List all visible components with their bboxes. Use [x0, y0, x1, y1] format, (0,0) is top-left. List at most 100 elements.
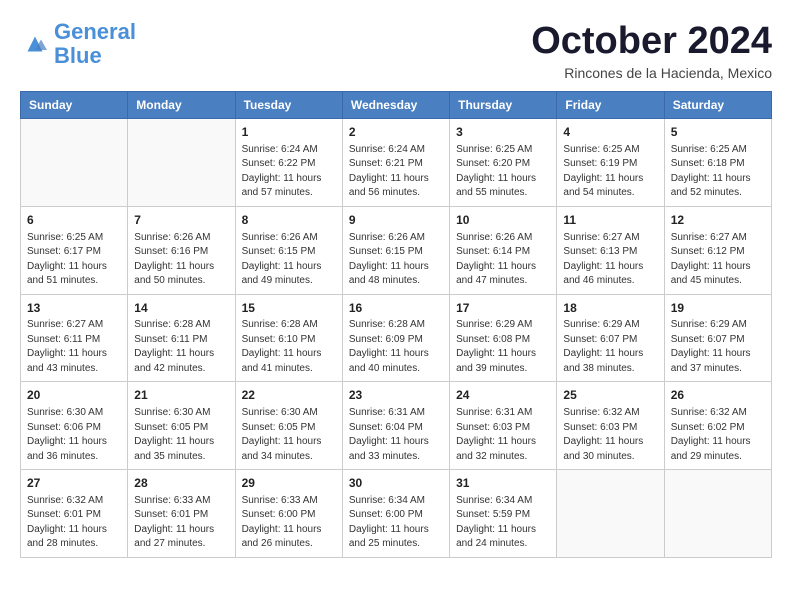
day-info: Sunrise: 6:28 AM Sunset: 6:11 PM Dayligh… [134, 318, 228, 376]
day-number: 24 [456, 387, 550, 404]
calendar-cell: 29 Sunrise: 6:33 AM Sunset: 6:00 PM Dayli… [235, 470, 342, 558]
calendar-cell: 6 Sunrise: 6:25 AM Sunset: 6:17 PM Daylig… [21, 206, 128, 294]
day-header-thursday: Thursday [450, 92, 557, 119]
calendar-cell: 14Sunrise: 6:28 AM Sunset: 6:11 PM Dayli… [128, 294, 235, 382]
logo: General Blue [20, 20, 136, 68]
calendar-table: SundayMondayTuesdayWednesdayThursdayFrid… [20, 91, 772, 558]
day-number: 18 [563, 300, 657, 317]
day-number: 14 [134, 300, 228, 317]
day-info: Sunrise: 6:30 AM Sunset: 6:05 PM Dayligh… [242, 406, 336, 464]
day-number: 16 [349, 300, 443, 317]
day-info: Sunrise: 6:25 AM Sunset: 6:20 PM Dayligh… [456, 143, 550, 201]
day-number: 15 [242, 300, 336, 317]
day-info: Sunrise: 6:27 AM Sunset: 6:11 PM Dayligh… [27, 318, 121, 376]
calendar-cell: 21Sunrise: 6:30 AM Sunset: 6:05 PM Dayli… [128, 382, 235, 470]
calendar-cell: 15Sunrise: 6:28 AM Sunset: 6:10 PM Dayli… [235, 294, 342, 382]
calendar-cell: 31 Sunrise: 6:34 AM Sunset: 5:59 PM Dayli… [450, 470, 557, 558]
day-info: Sunrise: 6:30 AM Sunset: 6:06 PM Dayligh… [27, 406, 121, 464]
day-info: Sunrise: 6:34 AM Sunset: 6:00 PM Dayligh… [349, 494, 443, 552]
day-header-monday: Monday [128, 92, 235, 119]
day-info: Sunrise: 6:34 AM Sunset: 5:59 PM Dayligh… [456, 494, 550, 552]
day-info: Sunrise: 6:25 AM Sunset: 6:17 PM Dayligh… [27, 231, 121, 289]
day-info: Sunrise: 6:29 AM Sunset: 6:07 PM Dayligh… [563, 318, 657, 376]
calendar-cell: 18Sunrise: 6:29 AM Sunset: 6:07 PM Dayli… [557, 294, 664, 382]
day-number: 3 [456, 124, 550, 141]
day-info: Sunrise: 6:30 AM Sunset: 6:05 PM Dayligh… [134, 406, 228, 464]
month-title: October 2024 [531, 20, 772, 63]
calendar-cell: 8Sunrise: 6:26 AM Sunset: 6:15 PM Daylig… [235, 206, 342, 294]
day-info: Sunrise: 6:27 AM Sunset: 6:12 PM Dayligh… [671, 231, 765, 289]
calendar-cell: 2Sunrise: 6:24 AM Sunset: 6:21 PM Daylig… [342, 119, 449, 207]
calendar-cell: 11 Sunrise: 6:27 AM Sunset: 6:13 PM Dayli… [557, 206, 664, 294]
calendar-cell: 4 Sunrise: 6:25 AM Sunset: 6:19 PM Daylig… [557, 119, 664, 207]
calendar-cell [21, 119, 128, 207]
calendar-cell [664, 470, 771, 558]
calendar-week-3: 13Sunrise: 6:27 AM Sunset: 6:11 PM Dayli… [21, 294, 772, 382]
day-header-tuesday: Tuesday [235, 92, 342, 119]
calendar-cell: 28Sunrise: 6:33 AM Sunset: 6:01 PM Dayli… [128, 470, 235, 558]
day-number: 31 [456, 475, 550, 492]
calendar-cell: 20 Sunrise: 6:30 AM Sunset: 6:06 PM Dayli… [21, 382, 128, 470]
day-info: Sunrise: 6:24 AM Sunset: 6:22 PM Dayligh… [242, 143, 336, 201]
day-info: Sunrise: 6:27 AM Sunset: 6:13 PM Dayligh… [563, 231, 657, 289]
day-number: 2 [349, 124, 443, 141]
calendar-cell: 3 Sunrise: 6:25 AM Sunset: 6:20 PM Daylig… [450, 119, 557, 207]
day-number: 20 [27, 387, 121, 404]
day-number: 28 [134, 475, 228, 492]
day-info: Sunrise: 6:26 AM Sunset: 6:15 PM Dayligh… [349, 231, 443, 289]
calendar-cell: 1 Sunrise: 6:24 AM Sunset: 6:22 PM Daylig… [235, 119, 342, 207]
calendar-week-2: 6 Sunrise: 6:25 AM Sunset: 6:17 PM Daylig… [21, 206, 772, 294]
calendar-cell: 27Sunrise: 6:32 AM Sunset: 6:01 PM Dayli… [21, 470, 128, 558]
calendar-cell: 19Sunrise: 6:29 AM Sunset: 6:07 PM Dayli… [664, 294, 771, 382]
day-info: Sunrise: 6:32 AM Sunset: 6:03 PM Dayligh… [563, 406, 657, 464]
calendar-cell: 9 Sunrise: 6:26 AM Sunset: 6:15 PM Daylig… [342, 206, 449, 294]
day-info: Sunrise: 6:26 AM Sunset: 6:14 PM Dayligh… [456, 231, 550, 289]
day-number: 8 [242, 212, 336, 229]
day-header-wednesday: Wednesday [342, 92, 449, 119]
day-info: Sunrise: 6:33 AM Sunset: 6:00 PM Dayligh… [242, 494, 336, 552]
day-number: 4 [563, 124, 657, 141]
day-info: Sunrise: 6:26 AM Sunset: 6:16 PM Dayligh… [134, 231, 228, 289]
calendar-cell [128, 119, 235, 207]
day-number: 23 [349, 387, 443, 404]
calendar-cell: 22Sunrise: 6:30 AM Sunset: 6:05 PM Dayli… [235, 382, 342, 470]
calendar-cell: 25 Sunrise: 6:32 AM Sunset: 6:03 PM Dayli… [557, 382, 664, 470]
calendar-cell: 16Sunrise: 6:28 AM Sunset: 6:09 PM Dayli… [342, 294, 449, 382]
calendar-week-1: 1 Sunrise: 6:24 AM Sunset: 6:22 PM Daylig… [21, 119, 772, 207]
day-info: Sunrise: 6:31 AM Sunset: 6:03 PM Dayligh… [456, 406, 550, 464]
day-number: 9 [349, 212, 443, 229]
day-header-friday: Friday [557, 92, 664, 119]
calendar-week-5: 27Sunrise: 6:32 AM Sunset: 6:01 PM Dayli… [21, 470, 772, 558]
calendar-cell: 13Sunrise: 6:27 AM Sunset: 6:11 PM Dayli… [21, 294, 128, 382]
day-number: 17 [456, 300, 550, 317]
calendar-header-row: SundayMondayTuesdayWednesdayThursdayFrid… [21, 92, 772, 119]
day-number: 19 [671, 300, 765, 317]
day-header-saturday: Saturday [664, 92, 771, 119]
day-number: 10 [456, 212, 550, 229]
calendar-cell: 5Sunrise: 6:25 AM Sunset: 6:18 PM Daylig… [664, 119, 771, 207]
day-number: 26 [671, 387, 765, 404]
day-number: 25 [563, 387, 657, 404]
day-info: Sunrise: 6:29 AM Sunset: 6:07 PM Dayligh… [671, 318, 765, 376]
day-number: 30 [349, 475, 443, 492]
calendar-week-4: 20 Sunrise: 6:30 AM Sunset: 6:06 PM Dayli… [21, 382, 772, 470]
page-header: General Blue October 2024 Rincones de la… [20, 20, 772, 81]
day-number: 1 [242, 124, 336, 141]
day-info: Sunrise: 6:25 AM Sunset: 6:19 PM Dayligh… [563, 143, 657, 201]
calendar-cell: 10 Sunrise: 6:26 AM Sunset: 6:14 PM Dayli… [450, 206, 557, 294]
day-info: Sunrise: 6:28 AM Sunset: 6:10 PM Dayligh… [242, 318, 336, 376]
calendar-cell: 23Sunrise: 6:31 AM Sunset: 6:04 PM Dayli… [342, 382, 449, 470]
day-number: 13 [27, 300, 121, 317]
calendar-cell: 24 Sunrise: 6:31 AM Sunset: 6:03 PM Dayli… [450, 382, 557, 470]
calendar-body: 1 Sunrise: 6:24 AM Sunset: 6:22 PM Daylig… [21, 119, 772, 558]
day-info: Sunrise: 6:28 AM Sunset: 6:09 PM Dayligh… [349, 318, 443, 376]
day-info: Sunrise: 6:25 AM Sunset: 6:18 PM Dayligh… [671, 143, 765, 201]
calendar-cell: 17Sunrise: 6:29 AM Sunset: 6:08 PM Dayli… [450, 294, 557, 382]
day-number: 29 [242, 475, 336, 492]
calendar-cell: 12Sunrise: 6:27 AM Sunset: 6:12 PM Dayli… [664, 206, 771, 294]
title-block: October 2024 Rincones de la Hacienda, Me… [531, 20, 772, 81]
calendar-cell: 30 Sunrise: 6:34 AM Sunset: 6:00 PM Dayli… [342, 470, 449, 558]
day-info: Sunrise: 6:32 AM Sunset: 6:01 PM Dayligh… [27, 494, 121, 552]
day-number: 11 [563, 212, 657, 229]
day-number: 6 [27, 212, 121, 229]
